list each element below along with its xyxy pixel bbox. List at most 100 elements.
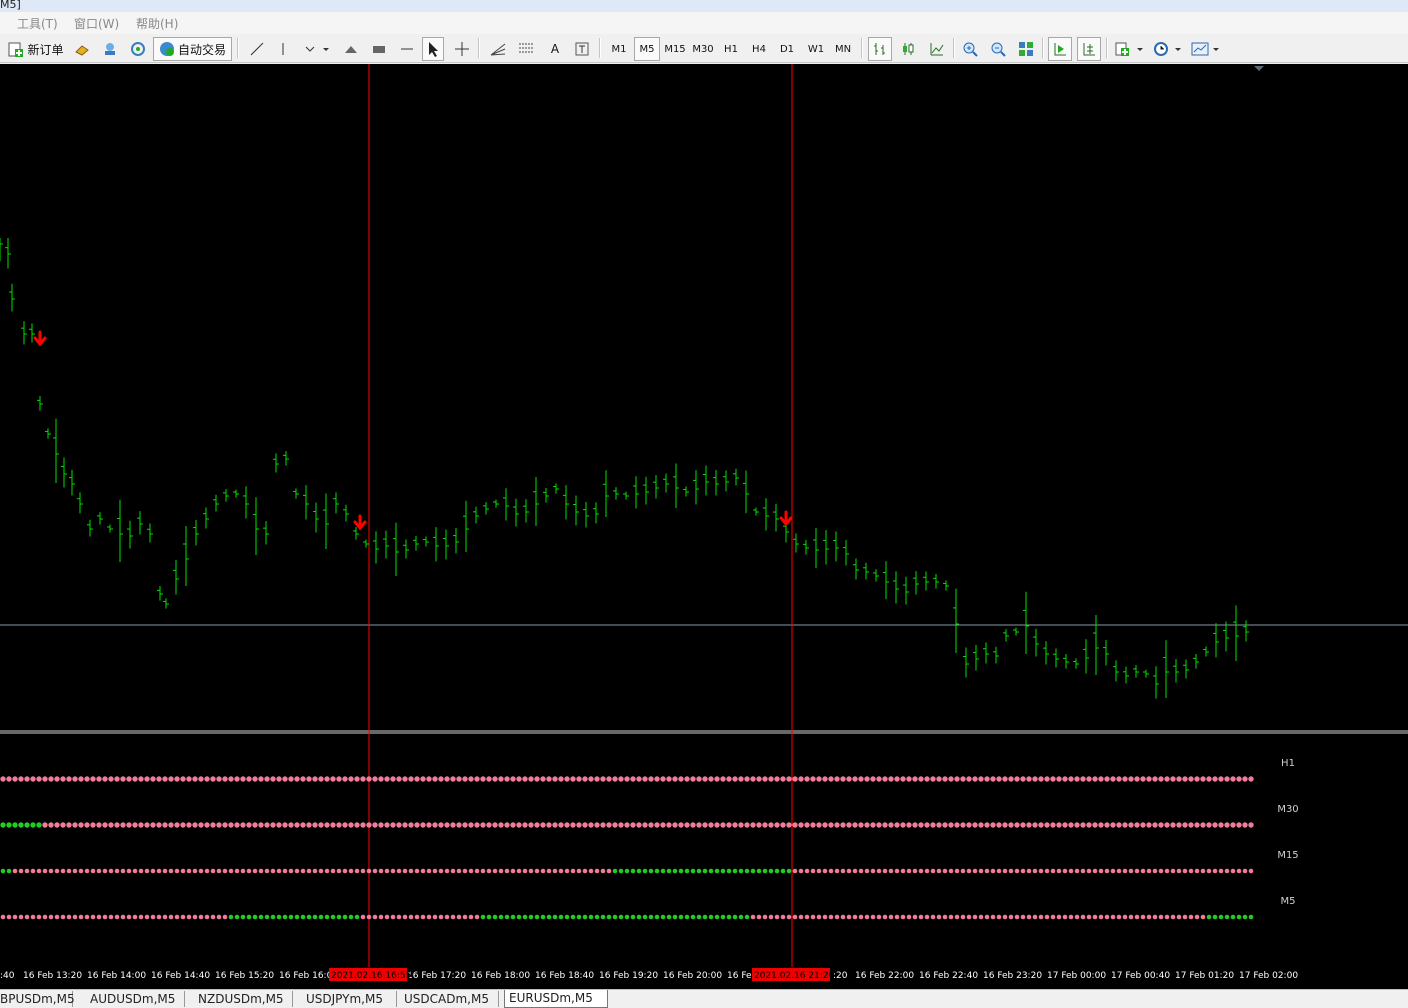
menu-help[interactable]: 帮助(H) <box>136 15 178 32</box>
indicator-dot <box>1170 776 1176 782</box>
tf-m15[interactable]: M15 <box>662 37 688 61</box>
indicator-dot <box>558 914 564 920</box>
cursor-button[interactable] <box>422 37 444 61</box>
indicator-dot <box>660 914 666 920</box>
indicator-dot <box>0 776 6 782</box>
indicator-dot <box>144 868 150 874</box>
indicator-dot <box>762 822 768 828</box>
new-order-button[interactable]: 新订单 <box>4 37 68 61</box>
objects-dropdown-button[interactable] <box>300 37 332 61</box>
text-label-tool-button[interactable] <box>571 37 593 61</box>
auto-scroll-button[interactable] <box>1048 37 1072 61</box>
rectangle-tool-button[interactable] <box>368 37 390 61</box>
indicator-dot <box>1164 914 1170 920</box>
chart-area[interactable]: H1 M30 M15 M5 <box>0 64 1408 967</box>
tab-audusd[interactable]: AUDUSDm,M5 <box>86 991 185 1007</box>
community-button[interactable] <box>98 37 122 61</box>
text-tool-button[interactable]: A <box>544 37 566 61</box>
fib-retracement-button[interactable] <box>514 37 538 61</box>
indicator-dot <box>444 868 450 874</box>
tf-w1[interactable]: W1 <box>804 37 828 61</box>
tab-usdjpy[interactable]: USDJPYm,M5 <box>302 991 397 1007</box>
indicator-dot <box>462 914 468 920</box>
tf-m30[interactable]: M30 <box>690 37 716 61</box>
indicator-dot <box>990 776 996 782</box>
periods-dropdown-button[interactable] <box>1150 37 1184 61</box>
indicator-dot <box>1092 914 1098 920</box>
indicator-dot <box>444 776 450 782</box>
indicator-dot <box>342 868 348 874</box>
highlight-time-label: 2021.02.16 16:55 <box>331 971 411 981</box>
horizontal-line-button[interactable] <box>396 37 418 61</box>
bar-chart-button[interactable] <box>868 37 892 61</box>
indicator-dot <box>576 776 582 782</box>
indicator-dot <box>378 822 384 828</box>
tab-eurusd[interactable]: EURUSDm,M5 <box>504 990 608 1008</box>
indicator-dot <box>1224 868 1230 874</box>
signals-button[interactable] <box>126 37 150 61</box>
indicator-dot <box>582 776 588 782</box>
chart-shift-button[interactable] <box>1077 37 1101 61</box>
indicator-dot <box>294 822 300 828</box>
tf-m1[interactable]: M1 <box>607 37 631 61</box>
indicator-dot <box>1008 868 1014 874</box>
crosshair-button[interactable] <box>451 37 473 61</box>
indicator-dot <box>432 822 438 828</box>
line-chart-button[interactable] <box>925 37 949 61</box>
indicator-dot <box>498 822 504 828</box>
tf-d1[interactable]: D1 <box>776 37 798 61</box>
zoom-in-button[interactable] <box>958 37 982 61</box>
tf-m5[interactable]: M5 <box>634 37 660 61</box>
indicator-dot <box>1200 914 1206 920</box>
tf-h4[interactable]: H4 <box>748 37 770 61</box>
zoom-out-button[interactable] <box>986 37 1010 61</box>
tab-usdcad[interactable]: USDCADm,M5 <box>400 991 499 1007</box>
indicator-dot <box>780 776 786 782</box>
indicator-dot <box>318 822 324 828</box>
indicator-dot <box>1140 822 1146 828</box>
indicator-dot <box>750 868 756 874</box>
fibonacci-button[interactable] <box>486 37 510 61</box>
indicator-dot <box>648 776 654 782</box>
diagonal-line-icon <box>250 42 264 56</box>
indicator-dot <box>420 822 426 828</box>
indicator-dot <box>54 914 60 920</box>
templates-dropdown-button[interactable] <box>1188 37 1222 61</box>
gold-icon-button[interactable] <box>70 37 94 61</box>
triangle-tool-button[interactable] <box>340 37 362 61</box>
indicators-dropdown-button[interactable] <box>1112 37 1146 61</box>
indicator-dot <box>390 868 396 874</box>
candlestick-button[interactable] <box>896 37 920 61</box>
indicator-dot <box>354 868 360 874</box>
indicator-dot <box>378 914 384 920</box>
indicator-dot <box>810 868 816 874</box>
menu-tools[interactable]: 工具(T) <box>17 15 58 32</box>
indicator-dot <box>948 914 954 920</box>
indicator-dot <box>1062 914 1068 920</box>
indicator-dot <box>672 914 678 920</box>
tf-mn[interactable]: MN <box>831 37 855 61</box>
tab-gbpusd[interactable]: BPUSDm,M5 <box>0 991 75 1007</box>
indicator-dot <box>138 914 144 920</box>
price-chart[interactable] <box>0 64 1408 967</box>
indicator-dot <box>486 822 492 828</box>
indicator-dot <box>402 914 408 920</box>
indicator-dot <box>1230 914 1236 920</box>
indicator-dot <box>852 776 858 782</box>
indicator-dot <box>906 822 912 828</box>
indicator-dot <box>1104 822 1110 828</box>
vertical-line-button[interactable] <box>274 37 292 61</box>
indicator-dot <box>240 868 246 874</box>
tile-windows-button[interactable] <box>1014 37 1038 61</box>
indicator-dot <box>948 822 954 828</box>
menu-window[interactable]: 窗口(W) <box>74 15 119 32</box>
indicator-dot <box>606 914 612 920</box>
tab-nzdusd[interactable]: NZDUSDm,M5 <box>194 991 293 1007</box>
auto-trading-button[interactable]: 自动交易 <box>153 37 232 61</box>
indicator-dot <box>1146 868 1152 874</box>
indicator-dot <box>126 776 132 782</box>
line-tool-button[interactable] <box>246 37 268 61</box>
tf-h1[interactable]: H1 <box>720 37 742 61</box>
indicator-dot <box>312 914 318 920</box>
indicator-dot <box>18 776 24 782</box>
